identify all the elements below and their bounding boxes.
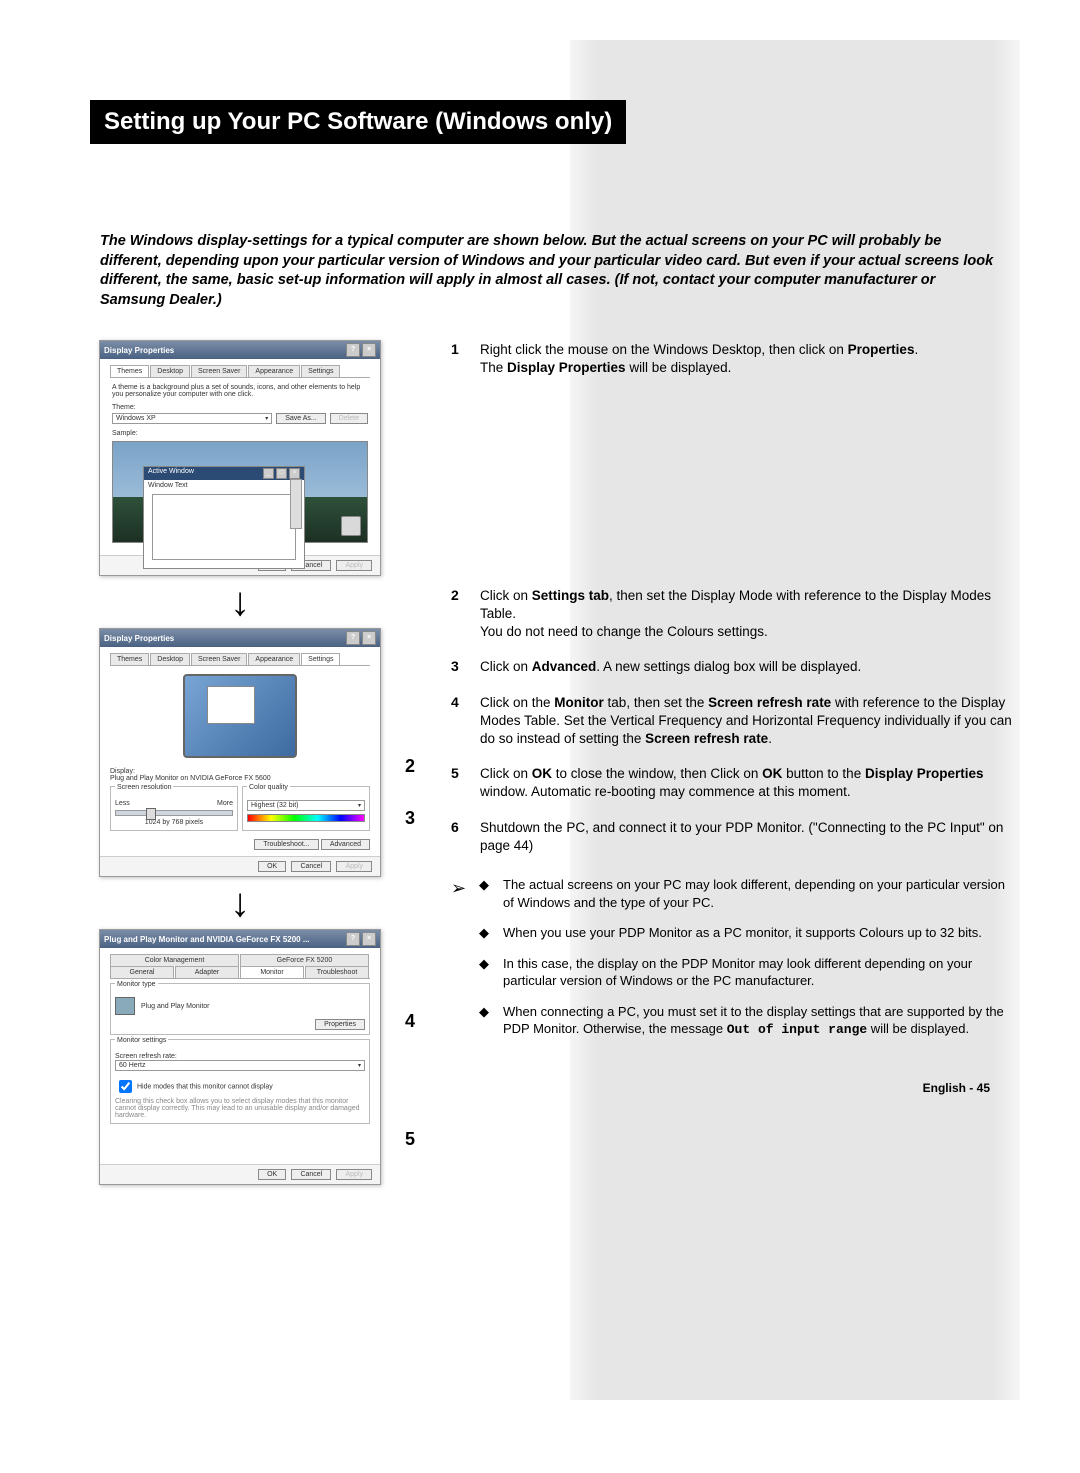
refresh-rate-select[interactable]: 60 Hertz▾ (115, 1060, 365, 1071)
save-as-button[interactable]: Save As... (276, 413, 326, 424)
monitor-icon (115, 997, 135, 1015)
display-properties-dialog-themes: Display Properties?× Themes Desktop Scre… (99, 340, 381, 576)
delete-button[interactable]: Delete (330, 413, 368, 424)
tab-appearance[interactable]: Appearance (248, 365, 300, 377)
callout-3: 3 (405, 808, 415, 829)
monitor-properties-dialog: Plug and Play Monitor and NVIDIA GeForce… (99, 929, 381, 1185)
display-properties-dialog-settings: Display Properties?× Themes Desktop Scre… (99, 628, 381, 877)
window-controls: ?× (346, 343, 376, 357)
color-quality-select[interactable]: Highest (32 bit)▾ (247, 800, 365, 811)
apply-button[interactable]: Apply (336, 560, 372, 571)
monitor-illustration (183, 674, 297, 758)
sample-preview: Active Window_□× Window Text (112, 441, 368, 543)
troubleshoot-button[interactable]: Troubleshoot... (254, 839, 318, 850)
theme-select[interactable]: Windows XP▾ (112, 413, 272, 424)
resolution-slider[interactable] (115, 810, 233, 816)
callout-4: 4 (405, 1011, 415, 1032)
steps-list: 1Right click the mouse on the Windows De… (450, 340, 1020, 871)
callout-5: 5 (405, 1129, 415, 1150)
tab-desktop[interactable]: Desktop (150, 365, 190, 377)
tab-monitor[interactable]: Monitor (240, 966, 304, 978)
notes-list: ➢ ◆ The actual screens on your PC may lo… (450, 875, 1020, 1051)
tab-settings[interactable]: Settings (301, 365, 340, 377)
advanced-button[interactable]: Advanced (321, 839, 370, 850)
page-title: Setting up Your PC Software (Windows onl… (90, 100, 626, 144)
callout-2: 2 (405, 756, 415, 777)
tab-settings[interactable]: Settings (301, 653, 340, 665)
intro-paragraph: The Windows display-settings for a typic… (100, 232, 1000, 310)
arrow-down-icon: ↓ (230, 883, 250, 923)
page-footer: English - 45 (450, 1081, 1020, 1095)
arrow-down-icon: ↓ (230, 582, 250, 622)
properties-button[interactable]: Properties (315, 1019, 365, 1030)
tab-screensaver[interactable]: Screen Saver (191, 365, 247, 377)
hide-modes-checkbox[interactable] (119, 1080, 132, 1093)
tab-themes[interactable]: Themes (110, 365, 149, 377)
